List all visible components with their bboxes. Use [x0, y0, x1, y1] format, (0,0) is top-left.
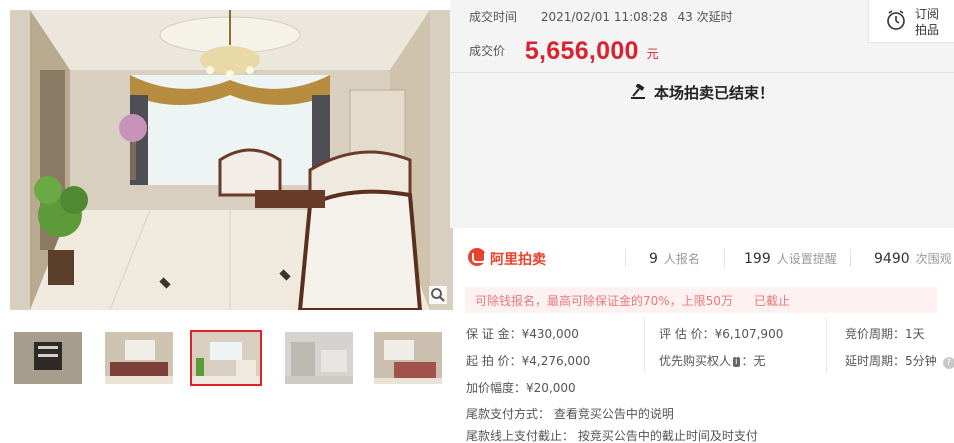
- deal-price-label: 成交价: [469, 44, 506, 58]
- alarm-clock-icon: [887, 10, 905, 30]
- info-tag-icon[interactable]: i: [733, 357, 740, 367]
- thumbnail-image: [285, 332, 353, 384]
- deal-time-row: 成交时间 2021/02/01 11:08:28 43 次延时: [469, 8, 733, 25]
- notice-text: 可除钱报名，最高可除保证金的70%，上限50万: [475, 294, 733, 308]
- ali-auction-logo: 阿里拍卖: [468, 247, 558, 269]
- subscribe-label-2: 拍品: [915, 23, 940, 37]
- start-price-info: 起 拍 价：¥4,276,000: [466, 354, 591, 368]
- delay-cycle-text: 延时周期：5分钟: [845, 354, 937, 368]
- payment-deadline-info: 尾款线上支付截止： 按竞买公告中的截止时间及时支付: [466, 429, 758, 443]
- view-count: 9490 次围观: [874, 250, 952, 267]
- auction-ended-banner: 本场拍卖已结束！: [450, 82, 954, 103]
- priority-buyer-value: ：无: [741, 354, 766, 368]
- view-count-label: 次围观: [915, 252, 952, 266]
- column-divider: [644, 318, 645, 373]
- help-icon[interactable]: ?: [942, 357, 954, 369]
- logo-mark-icon: [468, 248, 486, 266]
- priority-buyer-label: 优先购买权人: [659, 354, 732, 368]
- logo-text: 阿里拍卖: [490, 252, 546, 268]
- view-count-number: 9490: [874, 251, 910, 267]
- auction-ended-text: 本场拍卖已结束！: [653, 84, 774, 102]
- bidding-cycle-info: 竞价周期：1天: [845, 327, 925, 341]
- thumbnail-3[interactable]: [190, 330, 262, 386]
- notice-status: 已截止: [754, 294, 791, 308]
- main-photo[interactable]: [10, 10, 453, 310]
- deposit-info: 保 证 金：¥430,000: [466, 327, 579, 341]
- thumbnail-image: [14, 332, 82, 384]
- deal-price-unit: 元: [646, 47, 659, 61]
- thumbnail-strip: [10, 330, 453, 386]
- subscribe-button[interactable]: 订阅 拍品: [868, 0, 954, 43]
- deal-price-row: 成交价 5,656,000 元: [469, 37, 659, 66]
- appraisal-info: 评 估 价：¥6,107,900: [659, 327, 784, 341]
- stat-divider: [724, 249, 725, 267]
- signup-count-label: 人报名: [663, 252, 700, 266]
- zoom-icon[interactable]: [429, 286, 447, 304]
- column-divider: [826, 318, 827, 373]
- reminder-count-number: 199: [744, 251, 771, 267]
- thumbnail-1[interactable]: [12, 330, 84, 386]
- living-room-photo: [10, 10, 453, 310]
- deal-price-value: 5,656,000: [524, 37, 639, 65]
- thumbnail-image: [374, 332, 442, 384]
- deposit-loan-notice[interactable]: 可除钱报名，最高可除保证金的70%，上限50万 已截止: [465, 287, 937, 313]
- signup-count-number: 9: [649, 251, 658, 267]
- reminder-count: 199 人设置提醒: [744, 250, 837, 267]
- thumbnail-2[interactable]: [103, 330, 175, 386]
- stats-row: 阿里拍卖 9 人报名 199 人设置提醒 9490 次围观: [450, 240, 954, 276]
- gavel-icon: [630, 84, 645, 99]
- stat-divider: [850, 249, 851, 267]
- deal-time-value: 2021/02/01 11:08:28: [540, 10, 668, 24]
- signup-count: 9 人报名: [649, 250, 700, 267]
- thumbnail-4[interactable]: [283, 330, 355, 386]
- thumbnail-image: [105, 332, 173, 384]
- delay-count: 43 次延时: [677, 10, 733, 24]
- deal-time-label: 成交时间: [469, 10, 518, 24]
- thumbnail-image: [192, 332, 260, 384]
- deal-panel: 成交时间 2021/02/01 11:08:28 43 次延时 成交价 5,65…: [450, 0, 954, 228]
- priority-buyer-info: 优先购买权人 i ：无: [659, 352, 766, 369]
- payment-method-info: 尾款支付方式： 查看竞买公告中的说明: [466, 407, 674, 421]
- reminder-count-label: 人设置提醒: [776, 252, 837, 266]
- increment-info: 加价幅度：¥20,000: [466, 381, 576, 395]
- stat-divider: [625, 249, 626, 267]
- subscribe-label-1: 订阅: [915, 7, 940, 21]
- thumbnail-5[interactable]: [372, 330, 444, 386]
- panel-divider: [450, 72, 954, 73]
- delay-cycle-info: 延时周期：5分钟?: [845, 352, 954, 369]
